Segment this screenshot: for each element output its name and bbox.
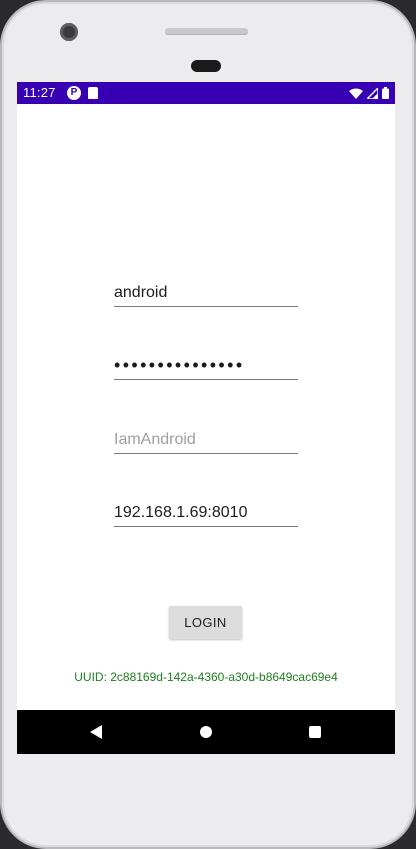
server-address-value: 192.168.1.69:8010 <box>114 504 248 521</box>
sensor-pill <box>191 60 221 72</box>
password-value: ••••••••••••••• <box>114 355 245 375</box>
status-bar: 11:27 P <box>17 82 395 104</box>
wifi-icon <box>349 88 363 99</box>
front-camera <box>60 23 78 41</box>
server-address-field[interactable]: 192.168.1.69:8010 <box>114 500 298 527</box>
device-screen: 11:27 P android ••••••••••••••• IamAndro… <box>17 82 395 754</box>
password-field[interactable]: ••••••••••••••• <box>114 353 298 380</box>
username-value: android <box>114 284 168 301</box>
earpiece-speaker <box>165 28 248 35</box>
uuid-label: UUID: 2c88169d-142a-4360-a30d-b8649cac69… <box>74 670 338 684</box>
username-field[interactable]: android <box>114 280 298 307</box>
battery-icon <box>382 87 389 99</box>
login-button[interactable]: LOGIN <box>169 606 242 639</box>
navigation-bar <box>17 710 395 754</box>
cell-signal-icon <box>367 87 378 99</box>
back-icon[interactable] <box>90 725 102 739</box>
sd-card-icon <box>88 87 98 99</box>
name-placeholder: IamAndroid <box>114 431 196 448</box>
status-time: 11:27 <box>23 85 56 100</box>
notification-app-icon: P <box>67 86 81 100</box>
name-field[interactable]: IamAndroid <box>114 427 298 454</box>
home-icon[interactable] <box>200 726 212 738</box>
phone-frame: 11:27 P android ••••••••••••••• IamAndro… <box>0 0 416 849</box>
recents-icon[interactable] <box>309 726 321 738</box>
status-indicators <box>349 86 389 100</box>
